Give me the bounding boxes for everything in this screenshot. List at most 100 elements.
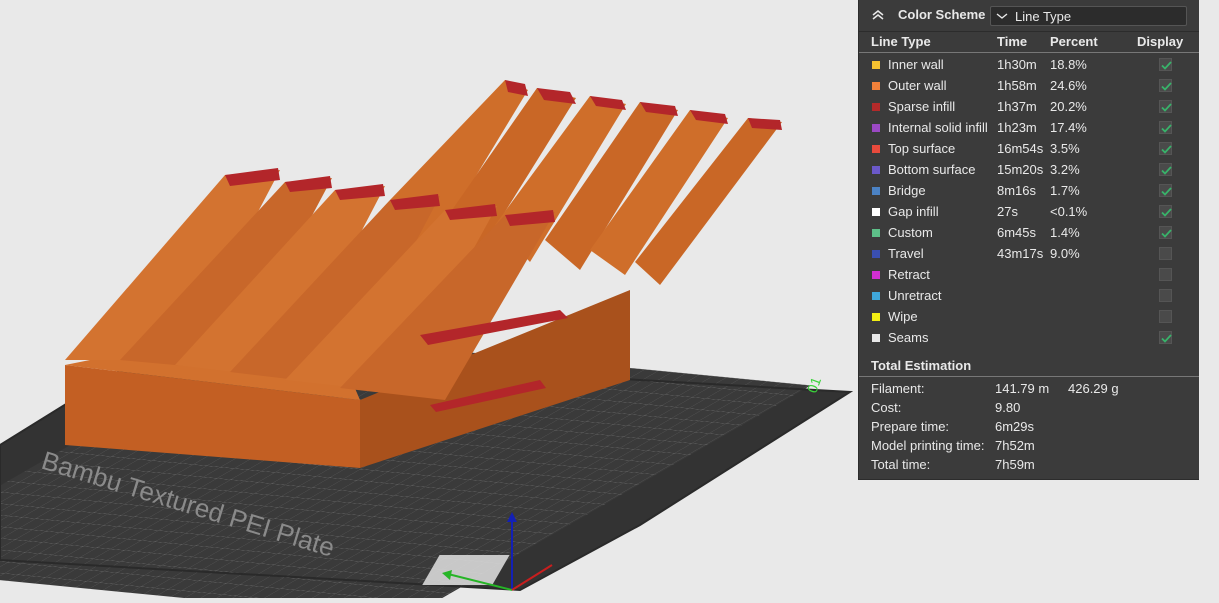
cost-label: Cost:: [871, 400, 902, 415]
header-time: Time: [997, 34, 1028, 49]
line-type-time: 1h58m: [997, 78, 1037, 93]
column-headers: Line Type Time Percent Display: [859, 32, 1199, 53]
line-type-row: Top surface 16m54s 3.5%: [859, 138, 1199, 159]
display-checkbox[interactable]: [1159, 331, 1172, 344]
check-icon: [1161, 103, 1172, 112]
color-swatch: [872, 61, 880, 69]
color-swatch: [872, 145, 880, 153]
line-type-percent: 18.8%: [1050, 57, 1087, 72]
color-scheme-value: Line Type: [1015, 9, 1072, 24]
color-swatch: [872, 271, 880, 279]
color-swatch: [872, 250, 880, 258]
check-icon: [1161, 334, 1172, 343]
filament-weight: 426.29 g: [1068, 381, 1119, 396]
check-icon: [1161, 124, 1172, 133]
line-type-label: Unretract: [888, 288, 942, 303]
color-swatch: [872, 187, 880, 195]
line-type-time: 1h23m: [997, 120, 1037, 135]
header-percent: Percent: [1050, 34, 1098, 49]
line-type-percent: 9.0%: [1050, 246, 1080, 261]
display-checkbox[interactable]: [1159, 205, 1172, 218]
panel-title: Color Scheme: [898, 7, 986, 22]
check-icon: [1161, 229, 1172, 238]
color-swatch: [872, 229, 880, 237]
header-display: Display: [1137, 34, 1184, 49]
line-type-percent: 20.2%: [1050, 99, 1087, 114]
display-checkbox[interactable]: [1159, 247, 1172, 260]
line-type-row: Seams: [859, 327, 1199, 348]
line-type-row: Bottom surface 15m20s 3.2%: [859, 159, 1199, 180]
display-checkbox[interactable]: [1159, 100, 1172, 113]
divider: [859, 376, 1199, 377]
display-checkbox[interactable]: [1159, 268, 1172, 281]
line-type-label: Custom: [888, 225, 933, 240]
color-swatch: [872, 103, 880, 111]
line-type-percent: 1.4%: [1050, 225, 1080, 240]
display-checkbox[interactable]: [1159, 289, 1172, 302]
line-type-label: Travel: [888, 246, 924, 261]
line-type-time: 43m17s: [997, 246, 1044, 261]
line-type-time: 1h37m: [997, 99, 1037, 114]
color-swatch: [872, 82, 880, 90]
model-time-value: 7h52m: [995, 438, 1035, 453]
chevron-down-icon: [996, 13, 1008, 19]
line-type-list: Inner wall 1h30m 18.8% Outer wall 1h58m 24.6%…: [859, 53, 1199, 348]
filament-length: 141.79 m: [995, 381, 1050, 396]
model-time-label: Model printing time:: [871, 438, 985, 453]
line-type-label: Retract: [888, 267, 930, 282]
line-type-percent: 3.5%: [1050, 141, 1080, 156]
display-checkbox[interactable]: [1159, 58, 1172, 71]
cost-value: 9.80: [995, 400, 1021, 415]
line-type-label: Gap infill: [888, 204, 939, 219]
line-type-label: Bridge: [888, 183, 926, 198]
line-type-time: 1h30m: [997, 57, 1037, 72]
line-type-row: Outer wall 1h58m 24.6%: [859, 75, 1199, 96]
color-swatch: [872, 313, 880, 321]
display-checkbox[interactable]: [1159, 79, 1172, 92]
check-icon: [1161, 187, 1172, 196]
display-checkbox[interactable]: [1159, 121, 1172, 134]
display-checkbox[interactable]: [1159, 142, 1172, 155]
display-checkbox[interactable]: [1159, 184, 1172, 197]
line-type-row: Gap infill 27s <0.1%: [859, 201, 1199, 222]
line-type-percent: 3.2%: [1050, 162, 1080, 177]
total-time-label: Total time:: [871, 457, 931, 472]
line-type-time: 6m45s: [997, 225, 1037, 240]
panel-header: Color Scheme Line Type: [859, 0, 1199, 32]
line-type-row: Wipe: [859, 306, 1199, 327]
line-type-time: 16m54s: [997, 141, 1044, 156]
display-checkbox[interactable]: [1159, 310, 1172, 323]
line-type-row: Retract: [859, 264, 1199, 285]
line-type-time: 27s: [997, 204, 1018, 219]
display-checkbox[interactable]: [1159, 226, 1172, 239]
check-icon: [1161, 82, 1172, 91]
line-type-time: 8m16s: [997, 183, 1037, 198]
line-type-row: Travel 43m17s 9.0%: [859, 243, 1199, 264]
line-type-row: Custom 6m45s 1.4%: [859, 222, 1199, 243]
line-type-percent: 17.4%: [1050, 120, 1087, 135]
line-type-label: Seams: [888, 330, 929, 345]
line-type-label: Wipe: [888, 309, 918, 324]
line-type-row: Unretract: [859, 285, 1199, 306]
color-scheme-select[interactable]: Line Type: [990, 6, 1187, 26]
prepare-time-value: 6m29s: [995, 419, 1035, 434]
check-icon: [1161, 166, 1172, 175]
check-icon: [1161, 61, 1172, 70]
line-type-label: Inner wall: [888, 57, 944, 72]
line-type-row: Internal solid infill 1h23m 17.4%: [859, 117, 1199, 138]
line-type-label: Internal solid infill: [888, 120, 988, 135]
line-type-percent: <0.1%: [1050, 204, 1088, 219]
total-time-value: 7h59m: [995, 457, 1035, 472]
line-type-time: 15m20s: [997, 162, 1044, 177]
color-swatch: [872, 292, 880, 300]
line-type-percent: 1.7%: [1050, 183, 1080, 198]
line-type-row: Bridge 8m16s 1.7%: [859, 180, 1199, 201]
line-type-label: Sparse infill: [888, 99, 956, 114]
display-checkbox[interactable]: [1159, 163, 1172, 176]
color-swatch: [872, 124, 880, 132]
check-icon: [1161, 145, 1172, 154]
check-icon: [1161, 208, 1172, 217]
line-type-label: Bottom surface: [888, 162, 976, 177]
collapse-icon[interactable]: [871, 8, 885, 22]
line-type-label: Outer wall: [888, 78, 947, 93]
